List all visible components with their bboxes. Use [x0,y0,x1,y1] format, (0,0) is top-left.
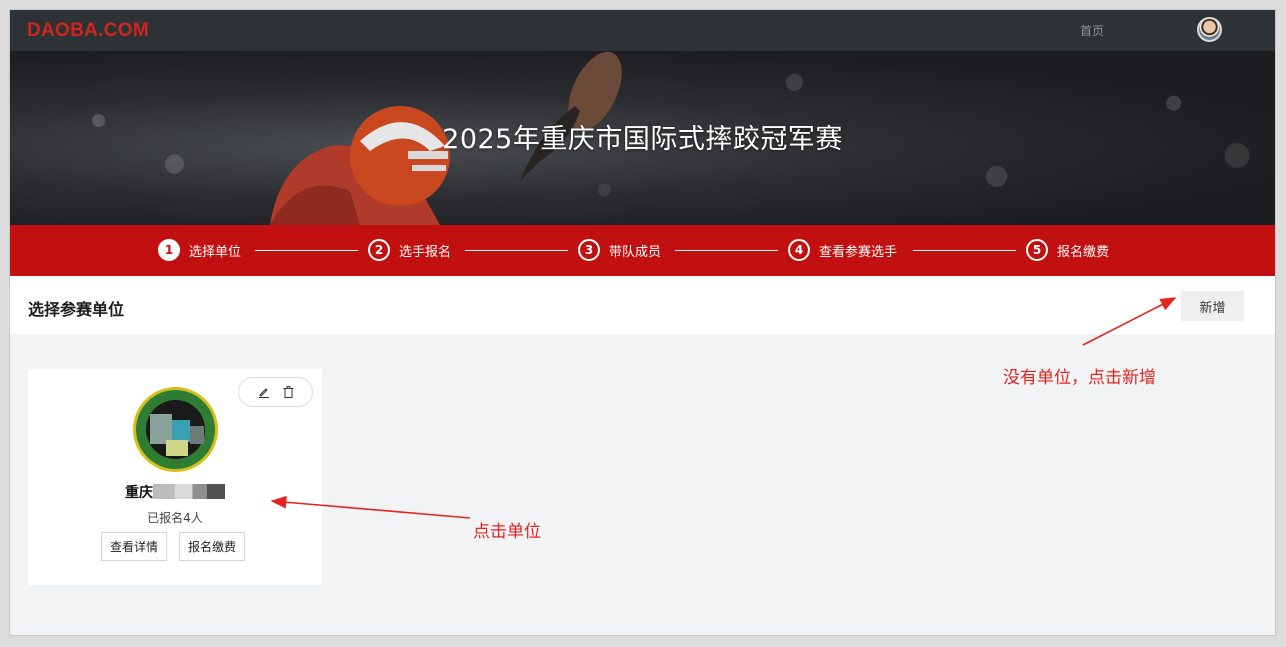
page-title: 选择参赛单位 [28,300,125,319]
user-avatar[interactable] [1197,17,1222,42]
add-unit-button[interactable]: 新增 [1181,291,1244,321]
step-connector [255,250,358,251]
step-number: 1 [158,239,180,261]
unit-card[interactable]: 重庆 已报名4人 查看详情 报名缴费 [28,369,322,585]
registered-count: 已报名4人 [147,511,203,525]
step-3[interactable]: 3 带队成员 [578,239,661,261]
nav-home-link[interactable]: 首页 [1080,22,1104,39]
step-number: 5 [1026,239,1048,261]
event-title: 2025年重庆市国际式摔跤冠军赛 [442,124,843,155]
step-label: 选手报名 [399,244,452,260]
registration-steps: 1 选择单位 2 选手报名 3 带队成员 4 查看参赛选手 5 报名缴费 [10,225,1275,276]
step-4[interactable]: 4 查看参赛选手 [788,239,897,261]
section-header: 选择参赛单位 新增 [10,276,1275,334]
redacted-text [153,484,225,499]
step-number: 4 [788,239,810,261]
event-banner: 2025年重庆市国际式摔跤冠军赛 [10,51,1275,225]
step-connector [465,250,568,251]
step-1[interactable]: 1 选择单位 [158,239,241,261]
unit-name-text: 重庆 [125,485,153,501]
edit-icon[interactable] [258,386,270,398]
step-label: 报名缴费 [1057,244,1110,260]
pay-registration-button[interactable]: 报名缴费 [179,532,246,561]
step-connector [675,250,778,251]
step-label: 带队成员 [609,244,662,260]
delete-icon[interactable] [283,386,294,398]
step-label: 查看参赛选手 [819,244,898,260]
step-2[interactable]: 2 选手报名 [368,239,451,261]
view-details-button[interactable]: 查看详情 [101,532,168,561]
step-number: 3 [578,239,600,261]
card-action-group [238,377,313,407]
step-connector [913,250,1016,251]
app-window: DAOBA.COM 首页 2025年重庆市国际式摔跤冠军赛 1 选择单位 2 选… [9,9,1276,636]
step-label: 选择单位 [189,244,242,260]
step-5[interactable]: 5 报名缴费 [1026,239,1109,261]
step-number: 2 [368,239,390,261]
card-hint-annotation: 点击单位 [473,522,541,542]
add-hint-annotation: 没有单位，点击新增 [1003,368,1156,388]
unit-name: 重庆 [28,482,322,502]
top-navbar: DAOBA.COM 首页 [10,10,1275,51]
site-logo[interactable]: DAOBA.COM [27,20,149,42]
unit-logo [133,387,218,472]
